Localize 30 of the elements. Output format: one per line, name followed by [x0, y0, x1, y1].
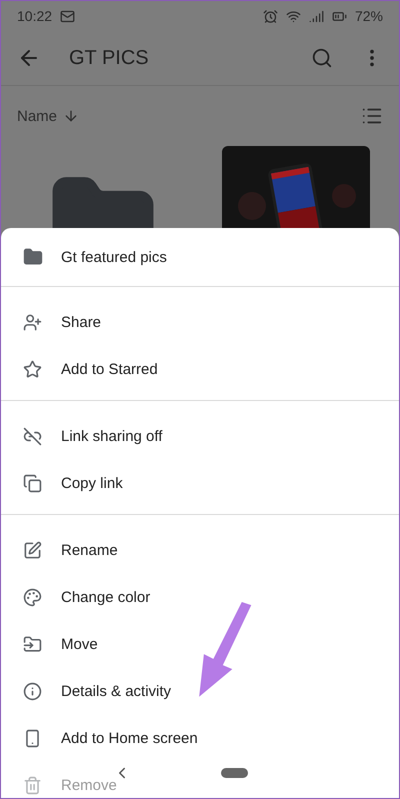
phone-icon — [23, 729, 42, 748]
menu-item[interactable]: Details & activity — [61, 683, 172, 700]
home-button[interactable] — [220, 768, 248, 778]
mail-icon — [60, 8, 76, 24]
folder-icon — [23, 247, 43, 267]
info-icon — [23, 682, 42, 701]
edit-icon — [23, 541, 42, 560]
menu-item[interactable]: Copy link — [61, 475, 123, 492]
sheet-title: Gt featured pics — [61, 248, 167, 266]
wifi-icon — [286, 8, 301, 24]
folder-move-icon — [23, 635, 42, 654]
share-icon — [23, 313, 42, 332]
menu-item[interactable]: Rename — [61, 542, 118, 559]
star-icon — [23, 360, 42, 379]
trash-icon — [23, 776, 42, 795]
menu-item[interactable]: Add to Home screen — [61, 730, 198, 747]
palette-icon — [23, 588, 42, 607]
search-button[interactable] — [311, 47, 333, 69]
menu-item[interactable]: Add to Starred — [61, 361, 158, 378]
signal-icon — [308, 8, 324, 24]
folder-title: GT PICS — [69, 46, 150, 70]
menu-item[interactable]: Change color — [61, 589, 150, 606]
copy-icon — [23, 474, 42, 493]
alarm-icon — [262, 8, 278, 24]
link-off-icon — [23, 427, 42, 446]
menu-item[interactable]: Move — [61, 636, 98, 653]
status-time: 10:22 — [17, 8, 52, 24]
menu-item[interactable]: Share — [61, 314, 102, 331]
battery-level: 72% — [354, 8, 383, 24]
menu-item[interactable]: Link sharing off — [61, 428, 162, 445]
